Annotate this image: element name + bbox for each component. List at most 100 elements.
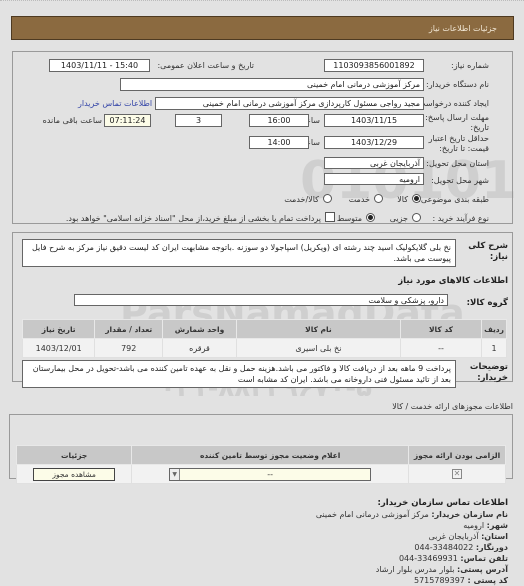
contact-label: آدرس پستی: [457,565,508,574]
cell-unit: قرقره [162,338,237,358]
province-field: آذربایجان غربی [324,157,424,169]
province-label: استان محل تحویل: [426,159,489,168]
need-number-label: شماره نیاز: [451,61,489,70]
price-validity-label: حداقل تاریخ اعتبار قیمت: تا تاریخ: [429,134,489,154]
permits-table: الزامی بودن ارائه مجوز اعلام وضعیت مجوز … [15,445,506,484]
reply-deadline-label-line1: مهلت ارسال پاسخ: تا [417,113,489,122]
table-row: 1 -- نخ بلی اسیری قرقره 792 1403/12/01 [21,338,507,358]
buyer-contact-link[interactable]: اطلاعات تماس خریدار [78,99,152,108]
cell-row: 1 [481,338,507,358]
contact-list: نام سازمان خریدار: مرکز آموزشی درمانی ام… [316,509,508,586]
contact-item: کد پستی : 5715789397 [316,575,508,586]
col-unit: واحد شمارش [162,319,237,339]
reply-deadline-time: 16:00 [249,114,309,127]
announce-datetime-field: 1403/11/11 - 15:40 [49,59,150,72]
process-option-minor: جزیی [389,214,408,223]
reply-deadline-label: مهلت ارسال پاسخ: تا تاریخ: [418,113,489,133]
contact-label: شهر: [486,521,508,530]
col-qty: تعداد / مقدار [94,319,164,339]
goods-table-header: ردیف کد کالا نام کالا واحد شمارش تعداد /… [21,319,507,339]
contact-label: استان: [481,532,508,541]
col-row: ردیف [481,319,507,339]
col-name: نام کالا [235,319,401,339]
buyer-notes-label-line1: توضیحات [469,362,508,372]
cell-qty: 792 [94,338,164,358]
cell-permit-status: ▼ -- [131,464,410,484]
category-radio-goods[interactable] [412,194,421,203]
time-remaining-label: ساعت باقی مانده [42,116,102,125]
view-permit-button[interactable]: مشاهده مجوز [33,467,116,481]
category-option-goods-service: کالا/خدمت [284,195,319,204]
cell-code: -- [399,338,483,358]
col-permit-required: الزامی بودن ارائه مجوز [408,445,506,465]
buyer-notes-text: پرداخت 9 ماهه بعد از دریافت کالا و فاکتو… [22,360,456,388]
description-text: نخ بلی گلایکولیک اسید چند رشته ای (ویکری… [22,239,456,267]
permit-status-value: -- [267,469,274,479]
goods-section-title: اطلاعات کالاهای مورد نیاز [398,276,508,286]
treasury-checkbox[interactable] [325,212,335,222]
category-option-goods: کالا [397,195,408,204]
price-validity-label-line2: قیمت: تا تاریخ: [439,144,489,153]
requester-label: ایجاد کننده درخواست: [415,99,489,108]
permits-table-header: الزامی بودن ارائه مجوز اعلام وضعیت مجوز … [15,445,506,465]
contact-title: اطلاعات تماس سازمان خریدار: [377,498,508,508]
treasury-checkbox-label: پرداخت تمام یا بخشی از مبلغ خرید،از محل … [65,214,321,223]
col-code: کد کالا [399,319,483,339]
contact-value: بلوار مدرس بلوار ارشاد [375,565,455,574]
contact-label: نام سازمان خریدار: [431,510,508,519]
reply-deadline-label-line2: تاریخ: [470,123,489,132]
col-permit-status: اعلام وضعیت مجوز توسط تامین کننده [131,445,410,465]
contact-item: استان: آذربایجان غربی [316,531,508,542]
contact-item: آدرس پستی: بلوار مدرس بلوار ارشاد [316,564,508,575]
contact-value: 044-33484022 [414,543,474,552]
need-number-field: 1103093856001892 [324,59,424,72]
permit-status-select[interactable]: ▼ -- [169,467,372,481]
category-radio-service[interactable] [374,194,383,203]
city-field: ارومیه [324,173,424,185]
contact-label: تلفن تماس: [460,554,508,563]
buyer-notes-label: توضیحات خریدار: [470,362,508,384]
buyer-org-label: نام دستگاه خریدار: [426,80,489,89]
cell-permit-details: مشاهده مجوز [15,464,133,484]
col-date: تاریخ نیاز [21,319,96,339]
city-label: شهر محل تحویل: [431,176,489,185]
required-checkbox-icon: ✕ [452,469,463,479]
permits-section-title: اطلاعات مجوزهای ارائه خدمت / کالا [392,402,513,411]
contact-label: دورنگار: [475,543,508,552]
contact-value: 5715789397 [414,576,465,585]
category-label: طبقه بندی موضوعی: [418,195,489,204]
chevron-down-icon[interactable]: ▼ [170,468,181,480]
buyer-notes-label-line2: خریدار: [477,373,508,383]
purchase-process-label: نوع فرآیند خرید : [432,214,489,223]
contact-value: 044-33469931 [398,554,458,563]
cell-date: 1403/12/01 [21,338,96,358]
contact-item: شهر: ارومیه [316,520,508,531]
category-radio-goods-service[interactable] [323,194,332,203]
col-permit-details: جزئیات [15,445,133,465]
category-option-service: خدمت [348,195,370,204]
description-label-line1: شرح کلی [468,241,508,251]
process-radio-minor[interactable] [412,213,421,222]
contact-item: دورنگار: 044-33484022 [316,542,508,553]
goods-group-field: دارو، پزشکی و سلامت [74,294,448,306]
time-remaining-field: 07:11:24 [104,114,151,127]
process-radio-medium[interactable] [366,213,375,222]
contact-item: تلفن تماس: 044-33469931 [316,553,508,564]
table-row: ✕ ▼ -- مشاهده مجوز [15,464,506,484]
contact-label: کد پستی : [467,576,508,585]
buyer-org-field: مرکز آموزشی درمانی امام خمینی [120,78,424,91]
contact-item: نام سازمان خریدار: مرکز آموزشی درمانی ام… [316,509,508,520]
price-validity-label-line1: حداقل تاریخ اعتبار [428,134,489,143]
price-validity-time: 14:00 [249,136,309,149]
announce-datetime-label: تاریخ و ساعت اعلان عمومی: [157,61,254,70]
contact-value: ارومیه [463,521,485,530]
contact-value: مرکز آموزشی درمانی امام خمینی [315,510,429,519]
cell-permit-required: ✕ [408,464,506,484]
page-title: جزئیات اطلاعات نیاز [428,24,497,33]
requester-field: مجید رواجی مسئول کارپردازی مرکز آموزشی د… [155,97,424,110]
days-remaining-field: 3 [175,114,222,127]
reply-deadline-date: 1403/11/15 [324,114,424,127]
goods-table: ردیف کد کالا نام کالا واحد شمارش تعداد /… [21,319,507,358]
goods-group-label: گروه کالا: [466,298,508,308]
process-option-medium: متوسط [336,214,362,223]
